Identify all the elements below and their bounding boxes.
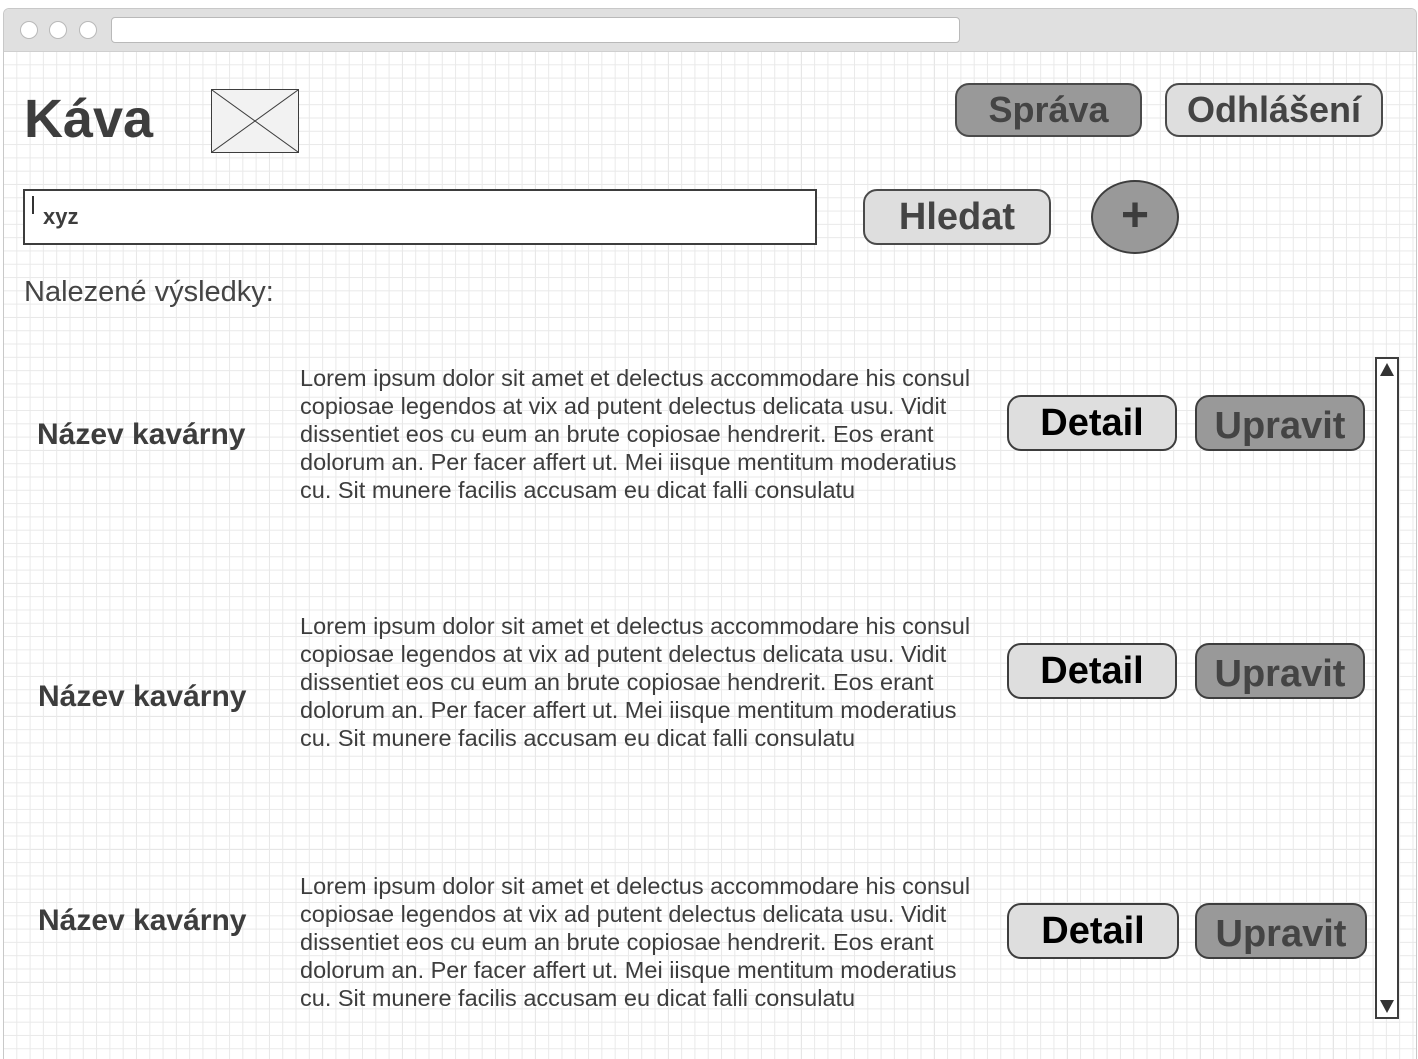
detail-button[interactable]: Detail bbox=[1007, 643, 1177, 699]
search-button[interactable]: Hledat bbox=[863, 189, 1051, 245]
admin-button[interactable]: Správa bbox=[955, 83, 1142, 137]
results-label: Nalezené výsledky: bbox=[24, 276, 274, 308]
result-description: Lorem ipsum dolor sit amet et delectus a… bbox=[300, 365, 971, 503]
window-minimize-dot[interactable] bbox=[49, 21, 67, 39]
arrow-down-icon[interactable] bbox=[1380, 1000, 1394, 1013]
result-name: Název kavárny bbox=[38, 904, 247, 937]
result-description: Lorem ipsum dolor sit amet et delectus a… bbox=[300, 873, 971, 1011]
result-name: Název kavárny bbox=[38, 680, 247, 713]
edit-button[interactable]: Upravit bbox=[1195, 903, 1367, 959]
search-input[interactable] bbox=[43, 204, 743, 230]
page-canvas: Káva Správa Odhlášení Hledat + Nalezené … bbox=[4, 52, 1416, 1059]
window-close-dot[interactable] bbox=[20, 21, 38, 39]
text-caret bbox=[32, 196, 34, 214]
detail-button[interactable]: Detail bbox=[1007, 395, 1177, 451]
edit-button[interactable]: Upravit bbox=[1195, 643, 1365, 699]
browser-titlebar bbox=[4, 9, 1416, 52]
address-bar[interactable] bbox=[111, 17, 960, 43]
window-maximize-dot[interactable] bbox=[79, 21, 97, 39]
result-description: Lorem ipsum dolor sit amet et delectus a… bbox=[300, 613, 971, 751]
browser-window: Káva Správa Odhlášení Hledat + Nalezené … bbox=[3, 8, 1417, 1059]
search-field[interactable] bbox=[23, 189, 817, 245]
results-scrollbar[interactable] bbox=[1375, 357, 1399, 1019]
page-title: Káva bbox=[24, 89, 154, 149]
arrow-up-icon[interactable] bbox=[1380, 363, 1394, 376]
detail-button[interactable]: Detail bbox=[1007, 903, 1179, 959]
edit-button[interactable]: Upravit bbox=[1195, 395, 1365, 451]
add-button[interactable]: + bbox=[1091, 180, 1179, 254]
image-placeholder-icon bbox=[211, 89, 299, 153]
result-name: Název kavárny bbox=[37, 418, 246, 451]
logout-button[interactable]: Odhlášení bbox=[1165, 83, 1383, 137]
